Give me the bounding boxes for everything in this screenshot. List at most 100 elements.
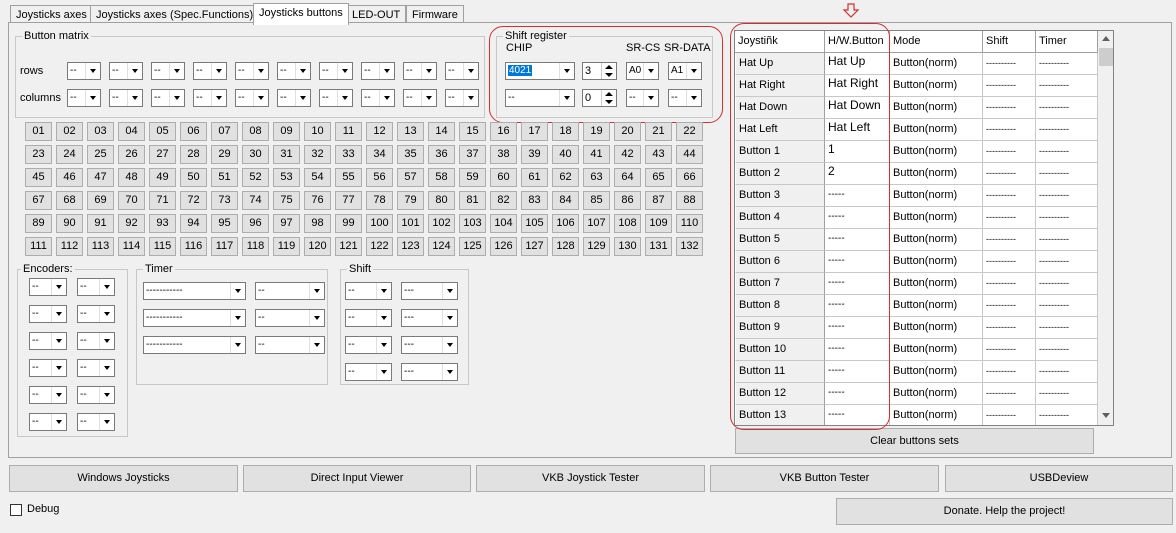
row-hw-button-cell[interactable]: Hat Left <box>825 119 890 141</box>
table-row[interactable]: Button 6 ----- Button(norm) ---------- -----… <box>735 251 1098 273</box>
button-number-35[interactable]: 35 <box>397 145 424 164</box>
windows-joysticks-button[interactable]: Windows Joysticks <box>9 465 238 492</box>
button-number-43[interactable]: 43 <box>645 145 672 164</box>
button-number-101[interactable]: 101 <box>397 214 424 233</box>
button-number-76[interactable]: 76 <box>304 191 331 210</box>
row-timer-cell[interactable]: ---------- <box>1036 383 1098 405</box>
row-mode-cell[interactable]: Button(norm) <box>890 97 983 119</box>
encoder-a-select-4[interactable]: -- <box>29 359 67 377</box>
row-hw-button-cell[interactable]: ----- <box>825 361 890 383</box>
button-number-71[interactable]: 71 <box>149 191 176 210</box>
button-number-37[interactable]: 37 <box>459 145 486 164</box>
table-row[interactable]: Button 8 ----- Button(norm) ---------- -----… <box>735 295 1098 317</box>
button-number-07[interactable]: 07 <box>211 122 238 141</box>
button-number-111[interactable]: 111 <box>25 237 52 256</box>
button-number-08[interactable]: 08 <box>242 122 269 141</box>
button-number-65[interactable]: 65 <box>645 168 672 187</box>
button-number-95[interactable]: 95 <box>211 214 238 233</box>
button-number-31[interactable]: 31 <box>273 145 300 164</box>
matrix-row-select-9[interactable]: -- <box>403 62 437 80</box>
encoder-b-select-3[interactable]: -- <box>77 332 115 350</box>
row-hw-button-cell[interactable]: ----- <box>825 251 890 273</box>
table-row[interactable]: Button 11 ----- Button(norm) ---------- ----… <box>735 361 1098 383</box>
timer-b-select-1[interactable]: -- <box>255 282 325 300</box>
row-timer-cell[interactable]: ---------- <box>1036 97 1098 119</box>
button-number-80[interactable]: 80 <box>428 191 455 210</box>
matrix-row-select-3[interactable]: -- <box>151 62 185 80</box>
row-hw-button-cell[interactable]: Hat Right <box>825 75 890 97</box>
row-shift-cell[interactable]: ---------- <box>983 229 1036 251</box>
table-row[interactable]: Button 12 ----- Button(norm) ---------- ----… <box>735 383 1098 405</box>
encoder-b-select-2[interactable]: -- <box>77 305 115 323</box>
button-number-114[interactable]: 114 <box>118 237 145 256</box>
button-number-01[interactable]: 01 <box>25 122 52 141</box>
button-number-73[interactable]: 73 <box>211 191 238 210</box>
row-joystick-cell[interactable]: Button 2 <box>735 163 825 185</box>
row-shift-cell[interactable]: ---------- <box>983 361 1036 383</box>
encoder-a-select-1[interactable]: -- <box>29 278 67 296</box>
row-timer-cell[interactable]: ---------- <box>1036 53 1098 75</box>
matrix-column-select-3[interactable]: -- <box>151 89 185 107</box>
button-number-127[interactable]: 127 <box>521 237 548 256</box>
matrix-row-select-5[interactable]: -- <box>235 62 269 80</box>
row-shift-cell[interactable]: ---------- <box>983 185 1036 207</box>
button-number-09[interactable]: 09 <box>273 122 300 141</box>
button-number-60[interactable]: 60 <box>490 168 517 187</box>
matrix-column-select-5[interactable]: -- <box>235 89 269 107</box>
button-number-130[interactable]: 130 <box>614 237 641 256</box>
row-joystick-cell[interactable]: Hat Up <box>735 53 825 75</box>
row-mode-cell[interactable]: Button(norm) <box>890 273 983 295</box>
button-number-64[interactable]: 64 <box>614 168 641 187</box>
button-number-56[interactable]: 56 <box>366 168 393 187</box>
clear-buttons-sets-button[interactable]: Clear buttons sets <box>735 428 1094 454</box>
row-timer-cell[interactable]: ---------- <box>1036 317 1098 339</box>
row-mode-cell[interactable]: Button(norm) <box>890 75 983 97</box>
button-number-18[interactable]: 18 <box>552 122 579 141</box>
button-number-55[interactable]: 55 <box>335 168 362 187</box>
table-row[interactable]: Button 13 ----- Button(norm) ---------- ----… <box>735 405 1098 425</box>
button-number-19[interactable]: 19 <box>583 122 610 141</box>
button-number-102[interactable]: 102 <box>428 214 455 233</box>
button-number-99[interactable]: 99 <box>335 214 362 233</box>
button-number-85[interactable]: 85 <box>583 191 610 210</box>
button-number-125[interactable]: 125 <box>459 237 486 256</box>
button-number-52[interactable]: 52 <box>242 168 269 187</box>
button-number-89[interactable]: 89 <box>25 214 52 233</box>
row-shift-cell[interactable]: ---------- <box>983 75 1036 97</box>
row-hw-button-cell[interactable]: ----- <box>825 339 890 361</box>
button-number-53[interactable]: 53 <box>273 168 300 187</box>
button-number-05[interactable]: 05 <box>149 122 176 141</box>
row-timer-cell[interactable]: ---------- <box>1036 119 1098 141</box>
vkb-button-tester-button[interactable]: VKB Button Tester <box>710 465 939 492</box>
button-number-32[interactable]: 32 <box>304 145 331 164</box>
button-number-113[interactable]: 113 <box>87 237 114 256</box>
button-number-63[interactable]: 63 <box>583 168 610 187</box>
shift-b-select-1[interactable]: --- <box>401 282 458 300</box>
button-number-96[interactable]: 96 <box>242 214 269 233</box>
shift-a-select-3[interactable]: -- <box>345 336 392 354</box>
button-number-36[interactable]: 36 <box>428 145 455 164</box>
row-mode-cell[interactable]: Button(norm) <box>890 185 983 207</box>
button-number-79[interactable]: 79 <box>397 191 424 210</box>
encoder-a-select-3[interactable]: -- <box>29 332 67 350</box>
row-timer-cell[interactable]: ---------- <box>1036 75 1098 97</box>
matrix-column-select-8[interactable]: -- <box>361 89 395 107</box>
row-joystick-cell[interactable]: Button 11 <box>735 361 825 383</box>
table-row[interactable]: Hat Right Hat Right Button(norm) ----------… <box>735 75 1098 97</box>
button-number-38[interactable]: 38 <box>490 145 517 164</box>
sr-cs-select-2[interactable]: -- <box>626 89 659 107</box>
button-number-28[interactable]: 28 <box>180 145 207 164</box>
row-shift-cell[interactable]: ---------- <box>983 317 1036 339</box>
chip-select-1[interactable]: 4021 <box>505 62 575 80</box>
button-number-13[interactable]: 13 <box>397 122 424 141</box>
button-number-126[interactable]: 126 <box>490 237 517 256</box>
button-number-118[interactable]: 118 <box>242 237 269 256</box>
button-number-109[interactable]: 109 <box>645 214 672 233</box>
row-joystick-cell[interactable]: Button 8 <box>735 295 825 317</box>
button-number-29[interactable]: 29 <box>211 145 238 164</box>
button-number-22[interactable]: 22 <box>676 122 703 141</box>
button-number-78[interactable]: 78 <box>366 191 393 210</box>
button-number-121[interactable]: 121 <box>335 237 362 256</box>
donate-button[interactable]: Donate. Help the project! <box>836 498 1173 525</box>
tab-joysticks-buttons[interactable]: Joysticks buttons <box>253 3 349 25</box>
